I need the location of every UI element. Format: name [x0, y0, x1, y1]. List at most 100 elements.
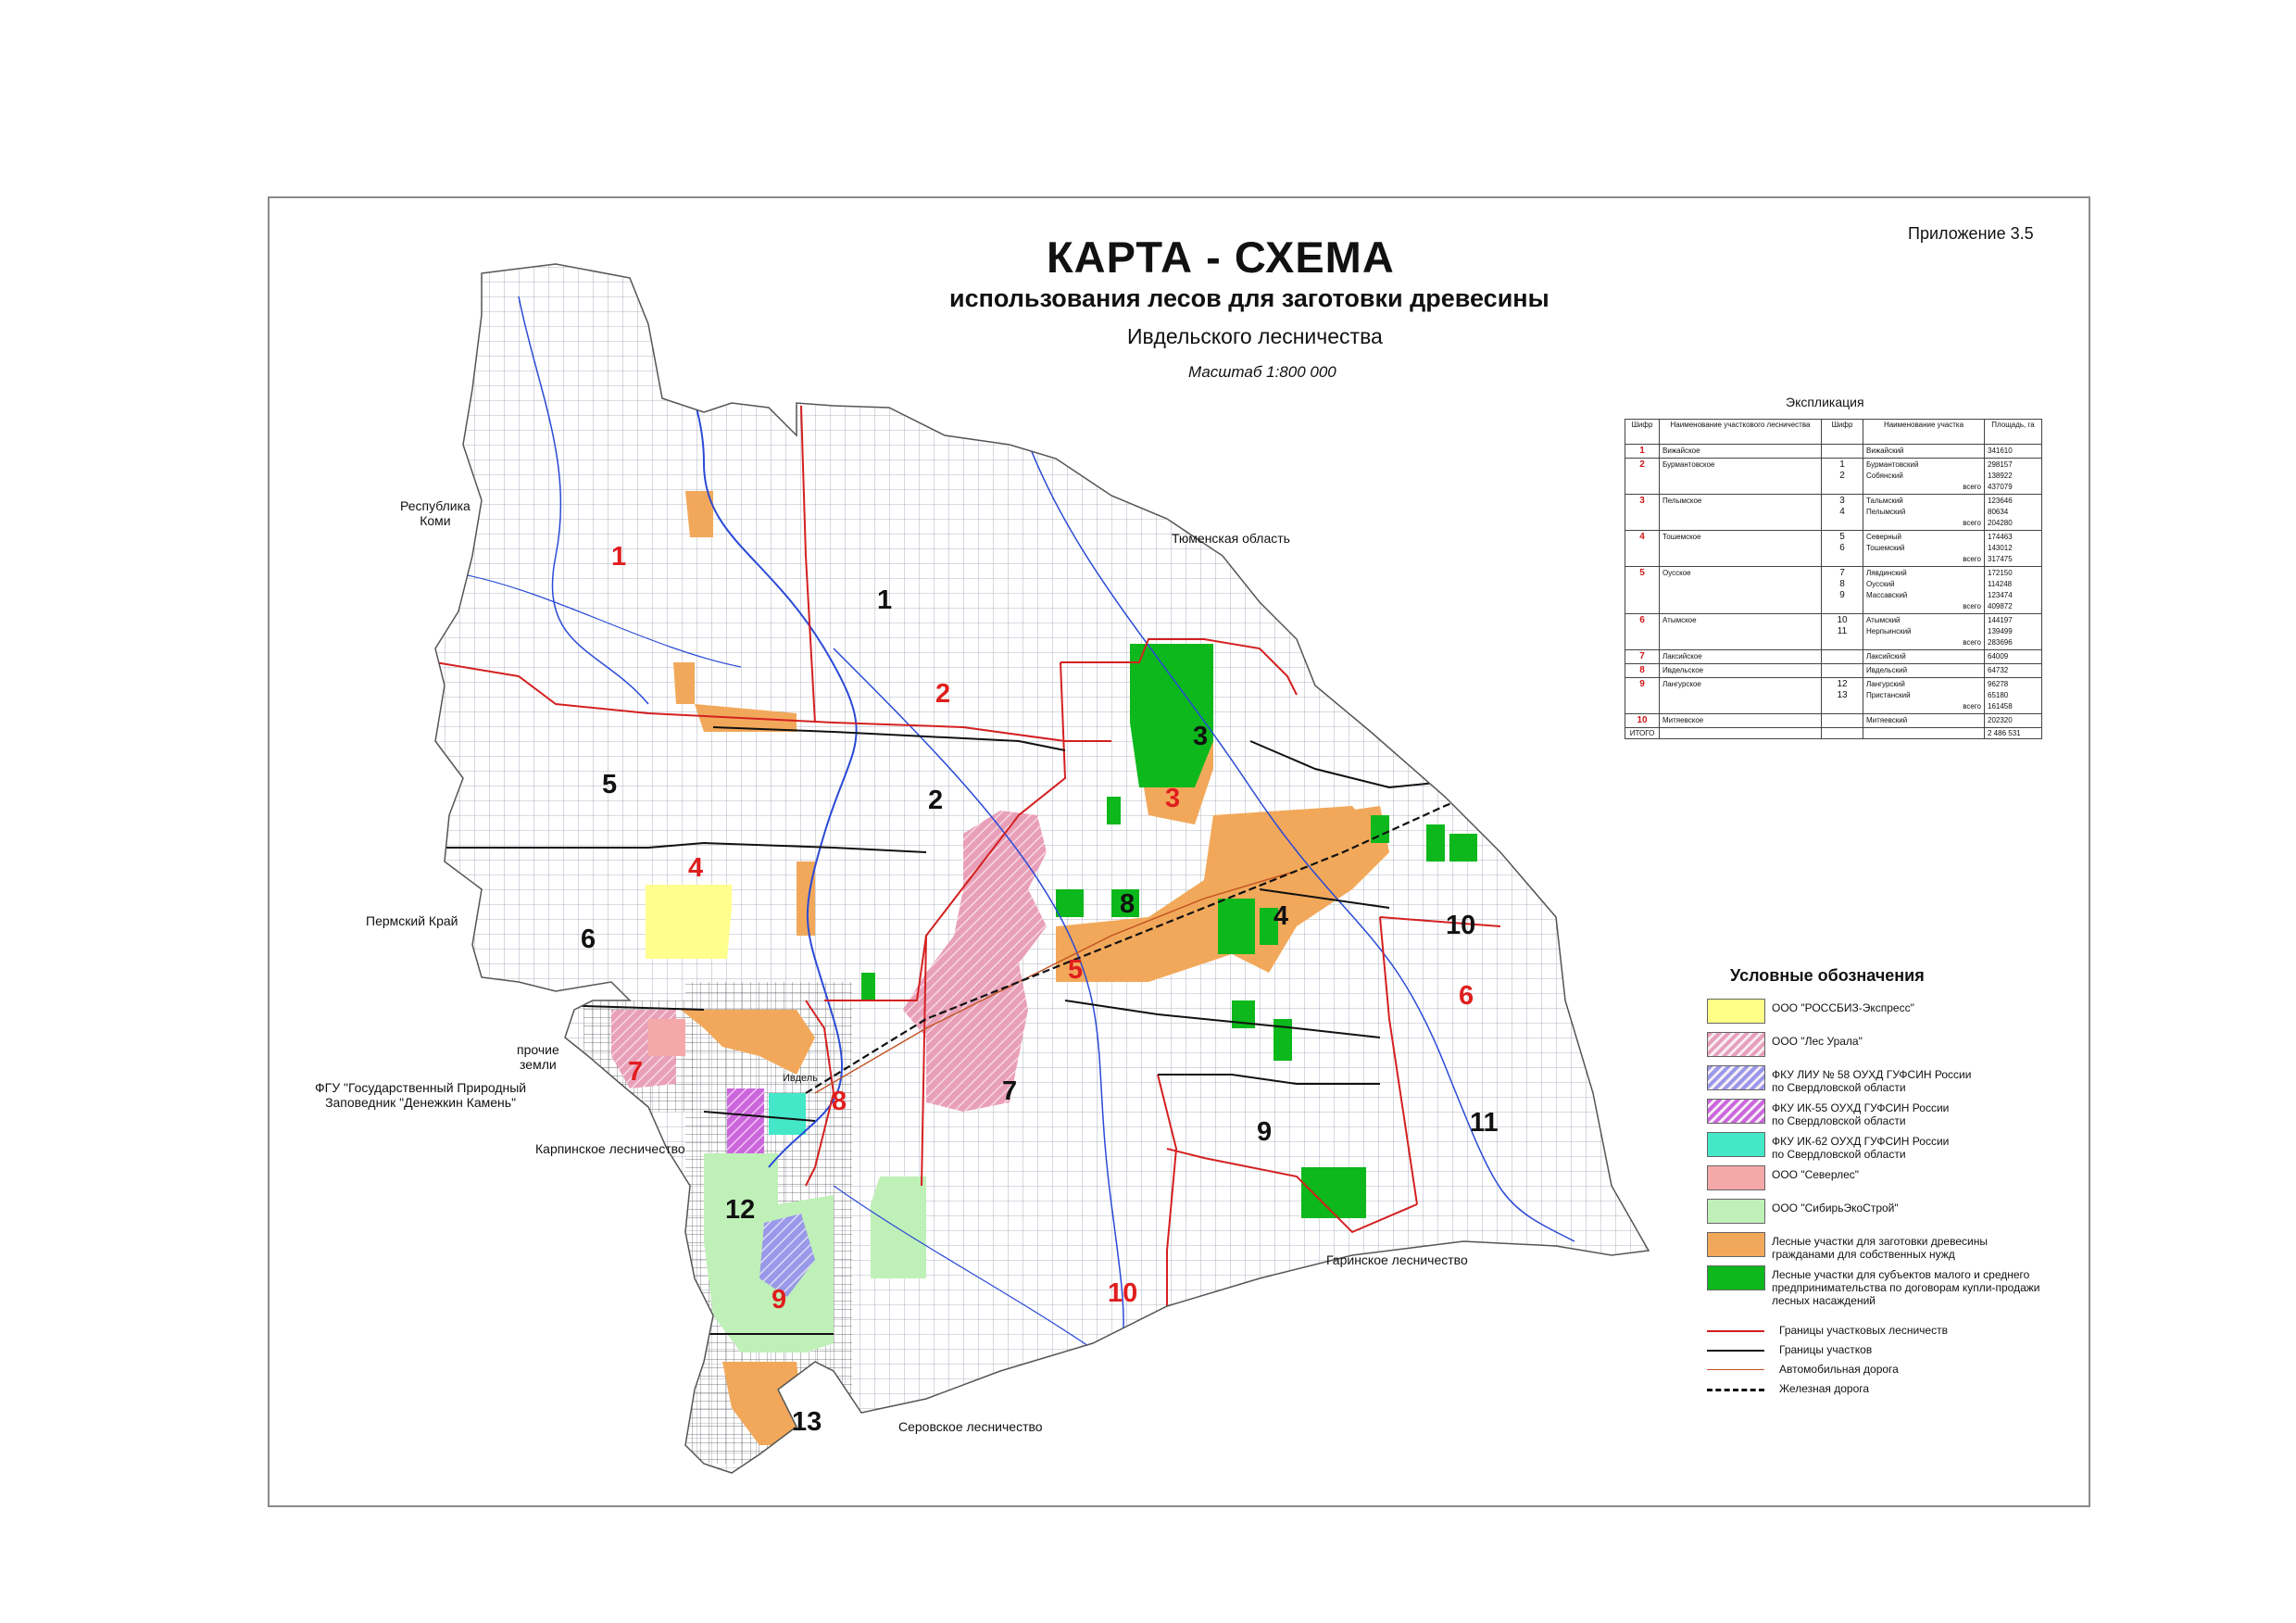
row-plots: Ивдельский: [1863, 663, 1985, 678]
plot-number: 3: [1193, 722, 1209, 751]
legend-swatch: [1707, 1199, 1765, 1224]
plot-number: 13: [792, 1407, 822, 1437]
row-code: 2: [1625, 458, 1660, 495]
plot-number: 4: [1273, 901, 1289, 931]
row-code: 4: [1625, 530, 1660, 567]
label-tyumen: Тюменская область: [1172, 531, 1290, 546]
row-code: 5: [1625, 566, 1660, 614]
explication-header-row: Шифр Наименование участкового лесничеств…: [1625, 419, 2042, 445]
legend-label: ФКУ ЛИУ № 58 ОУХД ГУФСИН России по Сверд…: [1772, 1068, 1972, 1094]
row-plot-codes: [1821, 444, 1863, 459]
plot-number: 10: [1446, 911, 1476, 940]
row-areas: 202320: [1984, 713, 2042, 728]
legend-line-label: Железная дорога: [1779, 1382, 1870, 1395]
row-areas: 96278 65180 161458: [1984, 677, 2042, 714]
explication-table: Шифр Наименование участкового лесничеств…: [1625, 419, 2042, 739]
legend-line-sample: [1707, 1389, 1764, 1391]
legend-label: ООО "Северлес": [1772, 1168, 1860, 1181]
row-plots: Атымский Нерпьинский всего: [1863, 613, 1985, 650]
row-forestry: Лаксийское: [1659, 649, 1822, 664]
explication-row: 6 Атымское 10 11 Атымский Нерпьинский всего 144…: [1625, 613, 2042, 650]
forestry-name: Ивдельского лесничества: [1127, 324, 1383, 348]
legend-label: ООО "СибирьЭкоСтрой": [1772, 1202, 1899, 1214]
plot-number: 6: [581, 925, 596, 954]
legend-line-label: Автомобильная дорога: [1779, 1363, 1899, 1376]
row-plots: Бурмантовский Собянский всего: [1863, 458, 1985, 495]
row-areas: 64732: [1984, 663, 2042, 678]
row-code: 10: [1625, 713, 1660, 728]
total-value: 2 486 531: [1984, 727, 2042, 739]
row-plots: Лангурский Пристанский всего: [1863, 677, 1985, 714]
map-scale: Масштаб 1:800 000: [1188, 363, 1336, 381]
row-plot-codes: 10 11: [1821, 613, 1863, 650]
legend-swatch: [1707, 1032, 1765, 1057]
legend-swatch: [1707, 999, 1765, 1024]
row-code: 3: [1625, 494, 1660, 531]
legend-line-label: Границы участков: [1779, 1343, 1873, 1356]
row-forestry: Бурмантовское: [1659, 458, 1822, 495]
row-areas: 174463 143012 317475: [1984, 530, 2042, 567]
row-plots: Лявдинский Оусский Массавский всего: [1863, 566, 1985, 614]
row-plots: Вижайский: [1863, 444, 1985, 459]
plot-number: 9: [1257, 1117, 1273, 1147]
district-number: 8: [832, 1087, 847, 1116]
legend-label: ФКУ ИК-55 ОУХД ГУФСИН России по Свердлов…: [1772, 1101, 1950, 1127]
row-areas: 144197 139499 283696: [1984, 613, 2042, 650]
explication-row: 3 Пелымское 3 4 Тальмский Пелымский всего 12364…: [1625, 494, 2042, 531]
total-label: ИТОГО: [1625, 727, 1660, 739]
explication-row: 8 Ивдельское Ивдельский 64732: [1625, 663, 2042, 678]
row-plot-codes: 12: [1821, 458, 1863, 495]
row-forestry: Атымское: [1659, 613, 1822, 650]
label-reserve: ФГУ "Государственный Природный Заповедни…: [315, 1080, 527, 1111]
legend-label: ООО "Лес Урала": [1772, 1035, 1863, 1048]
district-number: 9: [772, 1285, 787, 1315]
district-number: 4: [688, 853, 704, 883]
legend-swatch: [1707, 1132, 1765, 1157]
plot-number: 7: [1002, 1076, 1018, 1106]
row-areas: 172150 114248 123474 409872: [1984, 566, 2042, 614]
district-number: 5: [1068, 955, 1084, 985]
row-code: 6: [1625, 613, 1660, 650]
row-forestry: Лангурское: [1659, 677, 1822, 714]
row-forestry: Митяевское: [1659, 713, 1822, 728]
legend-swatch: [1707, 1165, 1765, 1190]
row-code: 1: [1625, 444, 1660, 459]
explication-total-row: ИТОГО 2 486 531: [1625, 727, 2042, 739]
legend-line-sample: [1707, 1369, 1764, 1370]
header-plot: Наименование участка: [1863, 419, 1985, 445]
legend-swatch: [1707, 1065, 1765, 1090]
row-plot-codes: 789: [1821, 566, 1863, 614]
header-code: Шифр: [1625, 419, 1660, 445]
district-number: 3: [1165, 784, 1181, 813]
explication-title: Экспликация: [1786, 395, 1864, 409]
explication-row: 2 Бурмантовское 1 2 Бурмантовский Собянский вс…: [1625, 458, 2042, 495]
row-forestry: Ивдельское: [1659, 663, 1822, 678]
row-plot-codes: [1821, 663, 1863, 678]
plot-number: 2: [928, 786, 944, 815]
legend-swatch: [1707, 1099, 1765, 1124]
district-number: 1: [611, 542, 627, 572]
row-areas: 123646 80634 204280: [1984, 494, 2042, 531]
plot-number: 5: [602, 770, 618, 799]
legend-line-sample: [1707, 1350, 1764, 1352]
row-areas: 64009: [1984, 649, 2042, 664]
legend-label: ФКУ ИК-62 ОУХД ГУФСИН России по Свердлов…: [1772, 1135, 1950, 1161]
district-number: 6: [1459, 981, 1474, 1011]
legend-label: Лесные участки для субъектов малого и ср…: [1772, 1268, 2040, 1307]
district-number: 10: [1108, 1278, 1138, 1308]
legend-label: ООО "РОССБИЗ-Экспресс": [1772, 1001, 1914, 1014]
row-code: 7: [1625, 649, 1660, 664]
label-karpinsk: Карпинское лесничество: [535, 1141, 685, 1156]
row-forestry: Тошемское: [1659, 530, 1822, 567]
explication-row: 1 Вижайское Вижайский 341610: [1625, 444, 2042, 459]
label-serov: Серовское лесничество: [898, 1419, 1043, 1434]
plot-number: 12: [725, 1195, 756, 1225]
legend-line-label: Границы участковых лесничеств: [1779, 1324, 1948, 1337]
row-areas: 298157 138922 437079: [1984, 458, 2042, 495]
appendix-label: Приложение 3.5: [1908, 224, 2034, 243]
explication-row: 7 Лаксийское Лаксийский 64009: [1625, 649, 2042, 664]
row-plot-codes: 34: [1821, 494, 1863, 531]
district-number: 7: [628, 1057, 644, 1087]
district-number: 2: [935, 679, 951, 709]
row-plots: Северный Тошемский всего: [1863, 530, 1985, 567]
